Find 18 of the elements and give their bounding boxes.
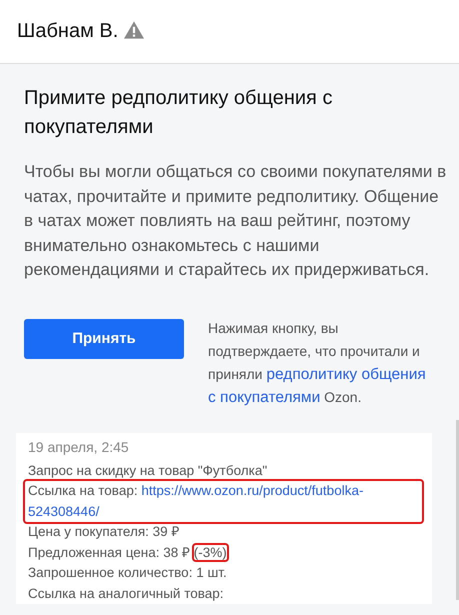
message-line: Предложенная цена: 38 ₽ (-3%) bbox=[28, 544, 228, 562]
message-line: Ссылка на аналогичный товар: bbox=[28, 584, 225, 603]
product-link[interactable]: 524308446/ bbox=[28, 502, 100, 522]
message-time: 19 апреля, 2:45 bbox=[28, 438, 130, 456]
policy-link[interactable]: редполитику общения bbox=[266, 362, 426, 386]
contact-name: Шабнам В. bbox=[17, 20, 118, 43]
message-line: Запрошенное количество: 1 шт. bbox=[28, 564, 228, 582]
message-line: Цена у покупателя: 39 ₽ bbox=[28, 523, 180, 541]
highlight-box: (-3%) bbox=[194, 544, 227, 560]
policy-title: Примите редполитику общения с покупателями bbox=[24, 86, 334, 140]
policy-link[interactable]: с покупателями bbox=[208, 386, 320, 408]
scrollbar[interactable] bbox=[456, 420, 459, 600]
message-line: Запрос на скидку на товар "Футболка" bbox=[28, 462, 268, 480]
product-link[interactable]: https://www.ozon.ru/product/futbolka- bbox=[141, 481, 364, 502]
policy-text: Чтобы вы могли общаться со своими покупателями в чатах, прочитайте и примите редполитику. Общение в чатах может повлиять на ваш рейтинг, поэтому внимательно ознакомьтесь с нашими рекомендациями и старайтесь их придерживаться. bbox=[24, 161, 448, 281]
consent-note: Нажимая кнопку, вы подтверждаете, что прочитали и приняли редполитику общения с покупателями Ozon. bbox=[208, 316, 435, 408]
accept-button[interactable]: Принять bbox=[24, 318, 184, 358]
highlight-box: Ссылка на товар: https://www.ozon.ru/product/futbolka- 524308446/ bbox=[25, 481, 422, 522]
